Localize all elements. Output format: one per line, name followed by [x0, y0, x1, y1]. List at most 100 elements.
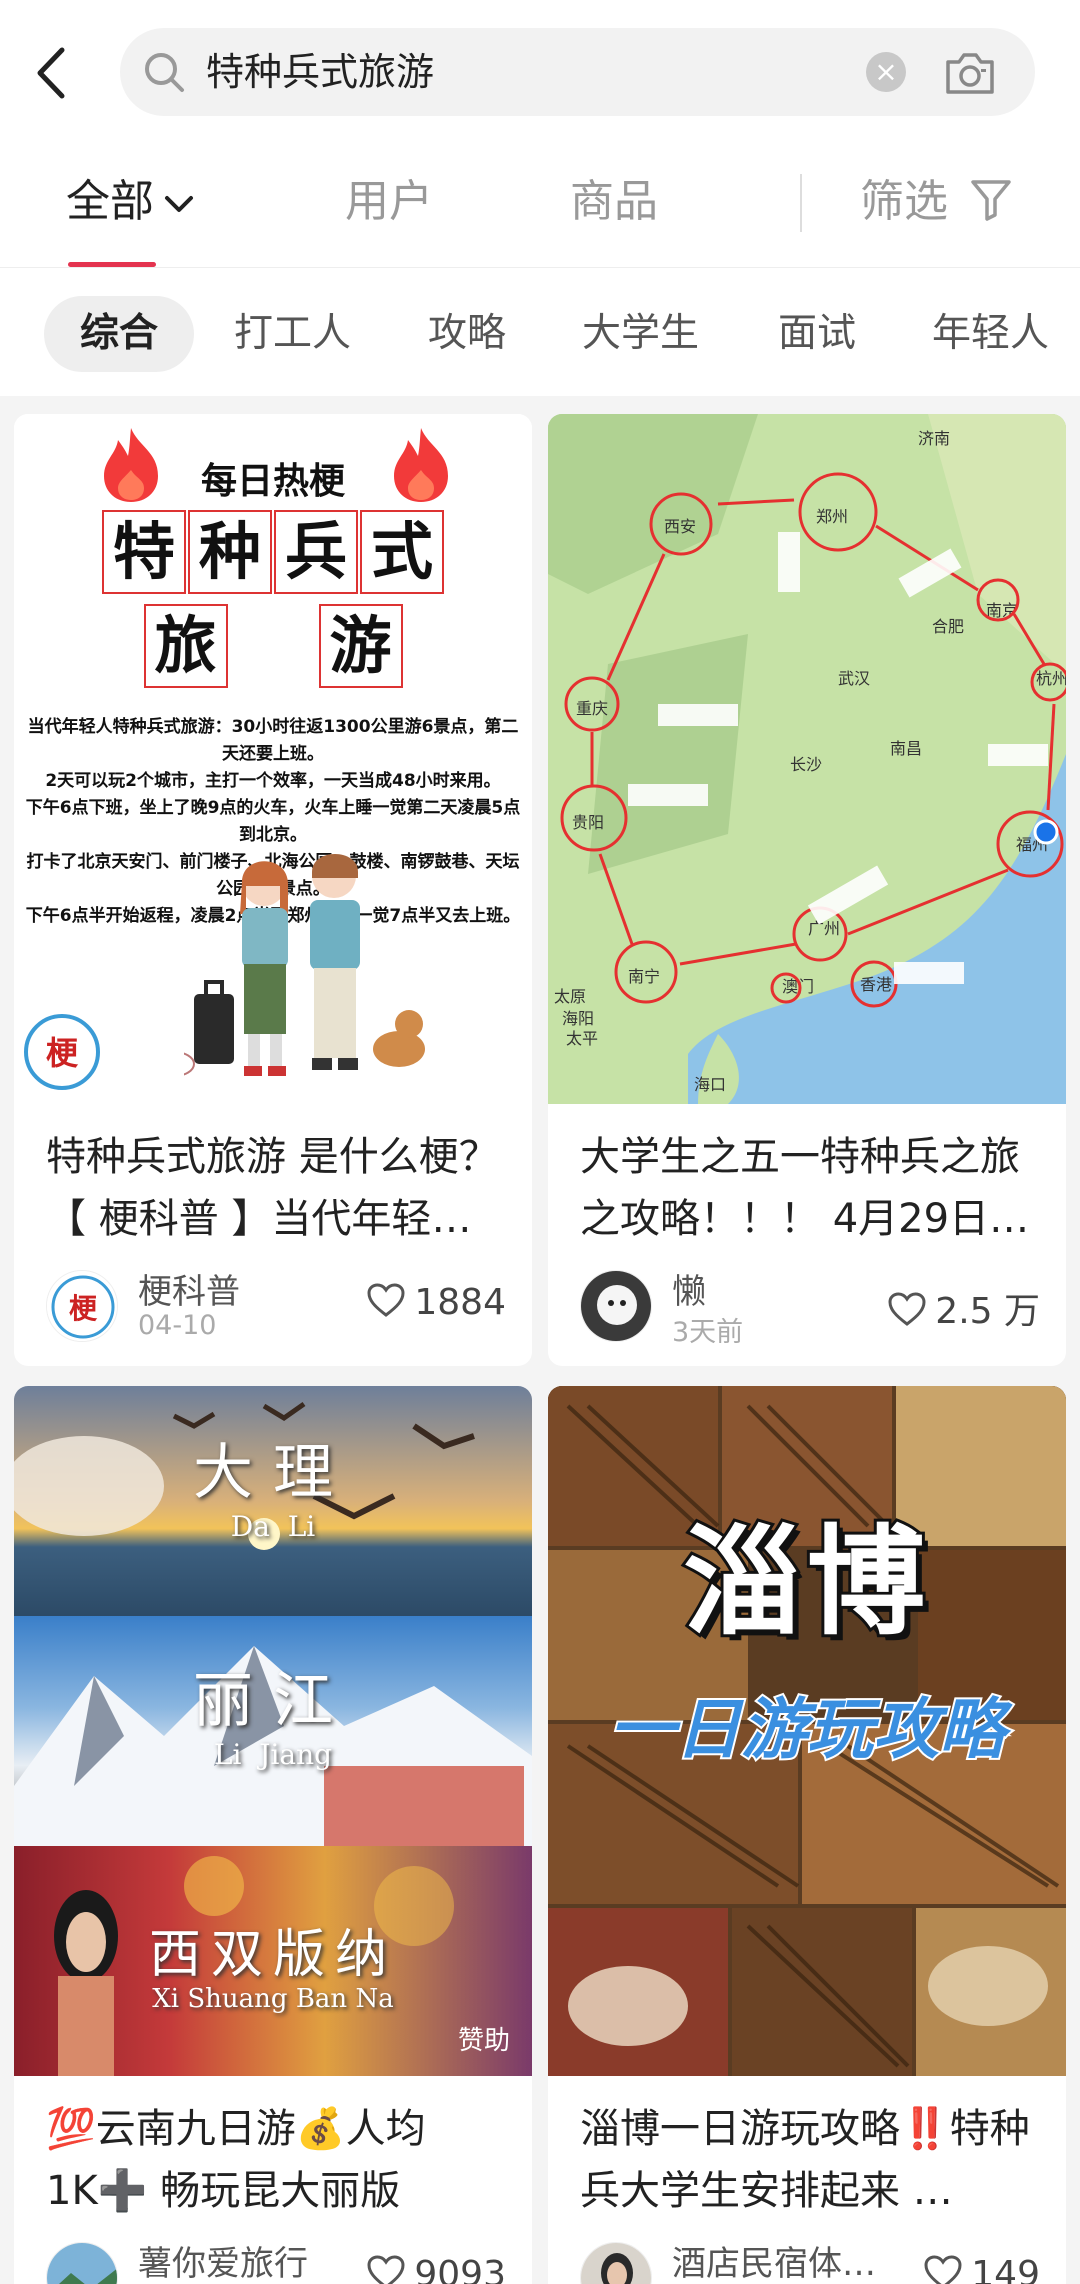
like-button[interactable]: 149	[923, 2254, 1040, 2284]
note-card[interactable]: 淄博 一日游玩攻略 淄博一日游玩攻略‼️特种兵大学生安排起来 … 酒店民宿体… …	[548, 1386, 1066, 2284]
post-date: 04-10	[138, 1310, 217, 1341]
map-label: 杭州	[1036, 669, 1066, 688]
brand-logo: 梗	[24, 1014, 100, 1090]
heart-icon	[367, 1283, 405, 1317]
search-query: 特种兵式旅游	[206, 50, 435, 94]
chevron-down-icon	[165, 196, 193, 212]
author-name[interactable]: 懒	[672, 1264, 706, 1313]
map-label: 合肥	[932, 617, 964, 636]
heart-icon	[888, 1292, 926, 1326]
map-label: 海口	[694, 1075, 726, 1094]
title-char: 旅	[143, 604, 228, 688]
camera-icon[interactable]	[944, 48, 996, 96]
note-cover-image: 济南 西安 郑州 南京 合肥 杭州 武汉 重庆 长沙 南昌 贵阳 福州 广州 南…	[548, 414, 1066, 1104]
map-label: 长沙	[790, 755, 822, 774]
note-cover-image: 每日热梗 特种兵式 旅游 当代年轻人特种兵式旅游：30小时往返1300公里游6景…	[14, 414, 532, 1104]
topic-chips: 综合 打工人 攻略 大学生 面试 年轻人	[0, 268, 1080, 396]
tab-users[interactable]: 用户	[345, 172, 433, 232]
search-input[interactable]: 特种兵式旅游 ×	[120, 28, 1035, 116]
note-meta: 懒 3天前 2.5 万	[580, 1270, 1040, 1348]
map-label: 太平	[566, 1029, 598, 1048]
note-card[interactable]: 每日热梗 特种兵式 旅游 当代年轻人特种兵式旅游：30小时往返1300公里游6景…	[14, 414, 532, 1366]
note-title[interactable]: 淄博一日游玩攻略‼️特种兵大学生安排起来 …	[580, 2098, 1040, 2222]
post-date: 3天前	[672, 1317, 744, 1348]
avatar-image	[47, 2243, 117, 2284]
meme-title-line1: 特种兵式	[14, 510, 532, 594]
dali-title: 大理	[193, 1438, 353, 1508]
avatar-image: 梗	[47, 1271, 117, 1341]
heart-icon	[367, 2255, 405, 2284]
avatar[interactable]	[580, 2242, 652, 2284]
note-title[interactable]: 💯云南九日游💰人均1K➕ 畅玩昆大丽版	[46, 2098, 506, 2222]
map-label: 太原	[554, 987, 586, 1006]
dali-band: 大理 Da Li	[14, 1386, 532, 1616]
chip-overall[interactable]: 综合	[44, 296, 195, 372]
meme-title-line2: 旅游	[14, 604, 532, 688]
author-name[interactable]: 酒店民宿体…	[672, 2236, 876, 2284]
lijiang-band: 丽江 Li Jiang	[14, 1616, 532, 1846]
tab-products[interactable]: 商品	[570, 172, 658, 232]
title-char: 种	[188, 510, 272, 594]
svg-text:梗: 梗	[46, 1034, 79, 1072]
meme-heading: 每日热梗	[200, 461, 345, 502]
note-meta: 酒店民宿体… 149	[580, 2242, 1040, 2284]
xishuangbanna-band: 西双版纳 Xi Shuang Ban Na 赞助	[14, 1846, 532, 2076]
chip-young-people[interactable]: 年轻人	[932, 296, 1049, 372]
clear-search-icon[interactable]: ×	[866, 52, 906, 92]
map-label: 武汉	[838, 669, 870, 688]
map-label: 郑州	[816, 507, 848, 526]
like-button[interactable]: 2.5 万	[887, 1282, 1040, 1334]
note-card[interactable]: 济南 西安 郑州 南京 合肥 杭州 武汉 重庆 长沙 南昌 贵阳 福州 广州 南…	[548, 414, 1066, 1366]
tab-all[interactable]: 全部	[66, 172, 194, 232]
active-tab-indicator	[68, 262, 156, 267]
chip-interview[interactable]: 面试	[778, 296, 856, 372]
note-title[interactable]: 特种兵式旅游 是什么梗？【 梗科普 】当代年轻人特种兵式旅游	[46, 1126, 506, 1250]
like-count: 2.5 万	[935, 1291, 1040, 1332]
map-label: 海阳	[562, 1009, 594, 1028]
title-char: 兵	[274, 510, 358, 594]
tab-all-label: 全部	[66, 176, 154, 227]
chip-workers[interactable]: 打工人	[234, 296, 351, 372]
zibo-subtitle: 一日游玩攻略	[607, 1689, 1007, 1770]
note-meta: 薯你爱旅行 9093	[46, 2242, 506, 2284]
like-count: 9093	[414, 2254, 506, 2284]
lijiang-title: 丽江	[193, 1666, 353, 1736]
chip-guides[interactable]: 攻略	[428, 296, 506, 372]
couple-illustration	[184, 854, 425, 1076]
filter-button[interactable]: 筛选	[860, 172, 1012, 232]
svg-text:梗: 梗	[69, 1292, 98, 1325]
map-label: 贵阳	[572, 813, 604, 832]
map-label: 广州	[808, 919, 840, 938]
avatar-image	[581, 2243, 651, 2284]
chip-students[interactable]: 大学生	[582, 296, 699, 372]
note-title[interactable]: 大学生之五一特种兵之旅之攻略！！！ 4月29日出发	[580, 1126, 1040, 1250]
filter-label: 筛选	[860, 176, 948, 227]
search-icon	[145, 53, 184, 92]
note-cover-image: 淄博 一日游玩攻略	[548, 1386, 1066, 2076]
filter-funnel-icon	[971, 180, 1011, 221]
note-card[interactable]: 大理 Da Li 丽江 Li Jiang 西双版纳 Xi Shuang Ban …	[14, 1386, 532, 2284]
avatar[interactable]	[580, 1270, 652, 1342]
xishuangbanna-subtitle: Xi Shuang Ban Na	[152, 1984, 394, 2014]
zibo-title: 淄博	[680, 1510, 931, 1654]
map-label: 重庆	[576, 699, 608, 718]
avatar[interactable]	[46, 2242, 118, 2284]
like-count: 1884	[414, 1282, 506, 1323]
author-name[interactable]: 梗科普	[138, 1264, 240, 1313]
heart-icon	[924, 2255, 962, 2284]
lijiang-subtitle: Li Jiang	[213, 1738, 333, 1771]
map-label: 济南	[918, 429, 950, 448]
back-arrow-icon[interactable]	[28, 38, 74, 108]
tab-divider	[800, 174, 802, 232]
route-map-image: 济南 西安 郑州 南京 合肥 杭州 武汉 重庆 长沙 南昌 贵阳 福州 广州 南…	[548, 414, 1066, 1104]
like-button[interactable]: 9093	[366, 2254, 506, 2284]
map-label: 南昌	[890, 739, 922, 758]
avatar-image	[581, 1271, 651, 1341]
dali-subtitle: Da Li	[230, 1510, 316, 1543]
xishuangbanna-title: 西双版纳	[148, 1925, 397, 1985]
author-name[interactable]: 薯你爱旅行	[138, 2236, 308, 2284]
search-header: 特种兵式旅游 ×	[0, 0, 1080, 142]
avatar[interactable]: 梗	[46, 1270, 118, 1342]
map-label: 香港	[860, 975, 892, 994]
like-button[interactable]: 1884	[366, 1282, 506, 1323]
